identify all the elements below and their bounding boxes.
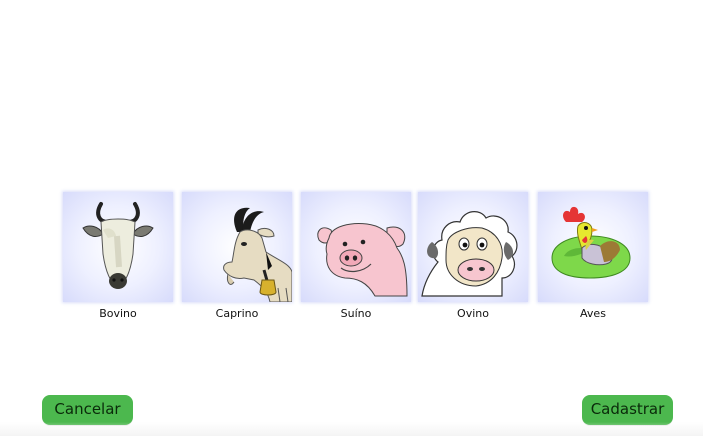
animal-card-bovino[interactable]: Bovino (63, 192, 173, 320)
sheep-icon (421, 211, 518, 297)
animal-label: Bovino (99, 307, 137, 320)
animal-card-suino[interactable]: Suíno (301, 192, 411, 320)
animal-label: Ovino (457, 307, 489, 320)
animal-label: Aves (580, 307, 606, 320)
animal-card-aves[interactable]: Aves (538, 192, 648, 320)
animal-label: Caprino (215, 307, 259, 320)
animal-thumb[interactable] (182, 192, 292, 302)
register-button[interactable]: Cadastrar (582, 395, 673, 425)
animal-thumb[interactable] (63, 192, 173, 302)
animal-card-caprino[interactable]: Caprino (182, 192, 292, 320)
animal-card-ovino[interactable]: Ovino (418, 192, 528, 320)
animal-label: Suíno (340, 307, 372, 320)
animal-thumb[interactable] (418, 192, 528, 302)
animal-thumb[interactable] (538, 192, 648, 302)
cancel-button[interactable]: Cancelar (42, 395, 133, 425)
goat-icon (223, 207, 292, 302)
animal-thumb[interactable] (301, 192, 411, 302)
pig-icon (317, 223, 408, 297)
bottom-fade-divider (0, 422, 703, 436)
cow-icon (82, 202, 154, 289)
rooster-icon (551, 206, 631, 279)
